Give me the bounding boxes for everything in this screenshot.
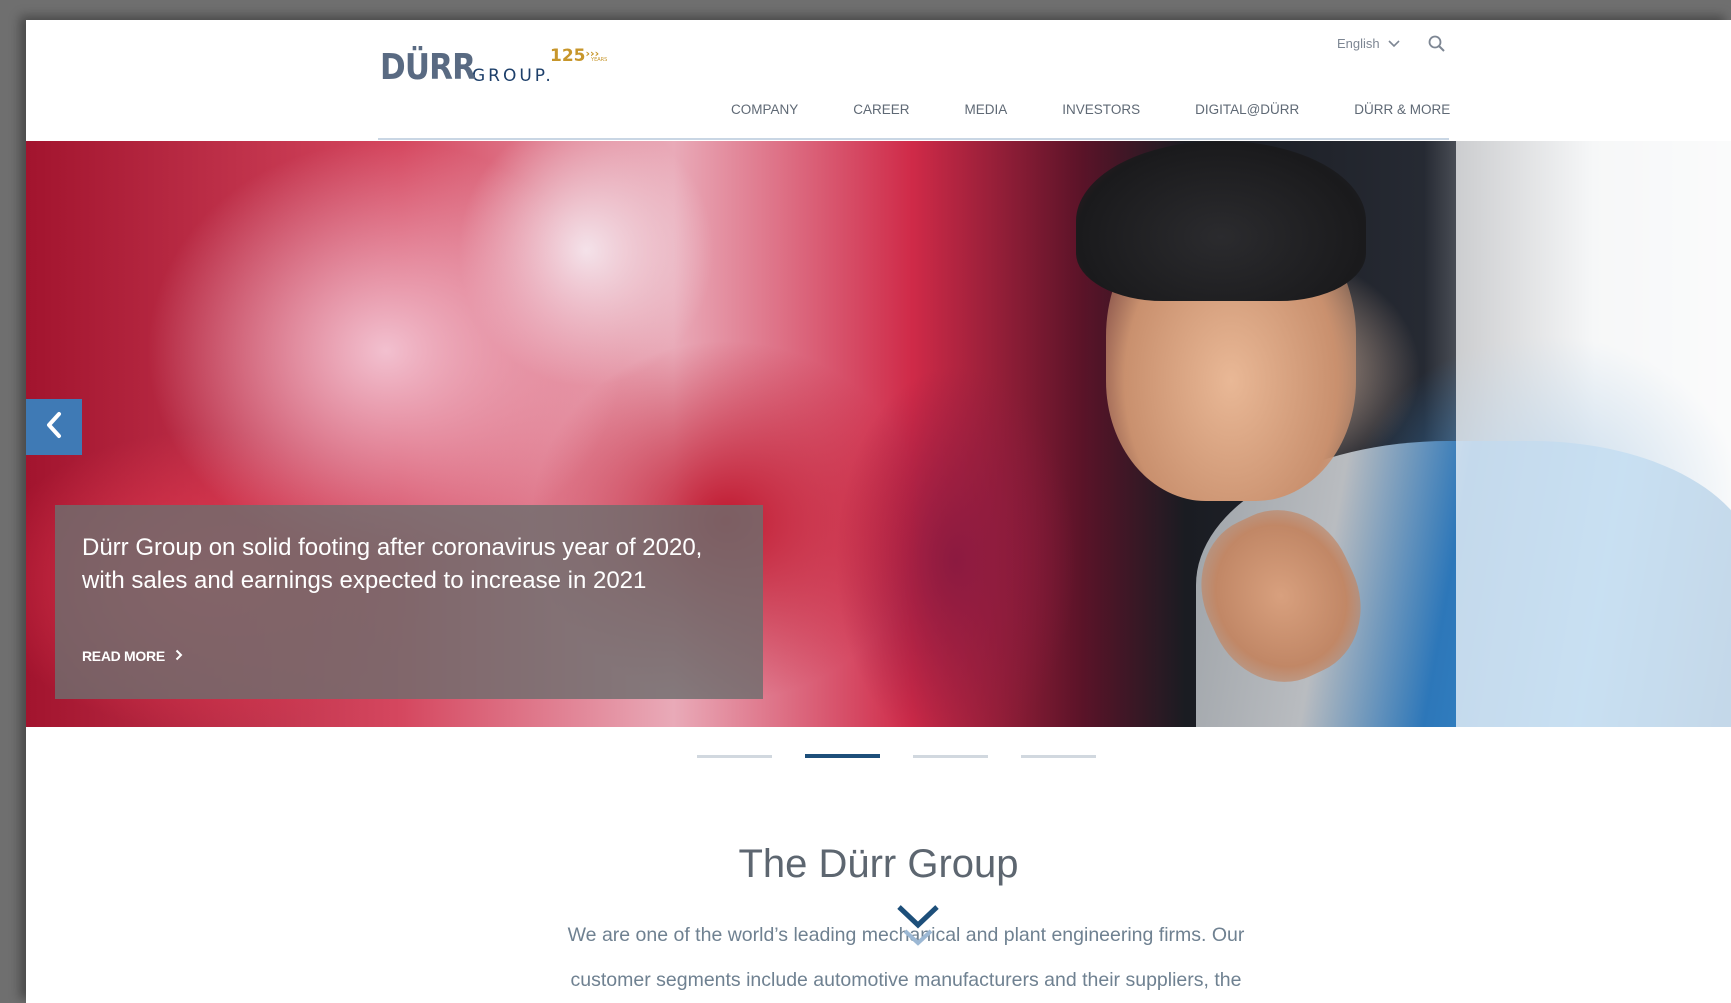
durr-group-logo[interactable]: DÜRR GROUP. 125››› YEARS xyxy=(380,47,607,88)
hero-image-right-fade xyxy=(1456,141,1731,727)
nav-career[interactable]: CAREER xyxy=(853,102,909,117)
nav-divider xyxy=(378,138,1449,140)
hero-slider[interactable]: Dürr Group on solid footing after corona… xyxy=(26,141,1731,727)
chevron-left-icon xyxy=(44,411,64,443)
nav-digital[interactable]: DIGITAL@DÜRR xyxy=(1195,102,1299,117)
nav-durr-and-more[interactable]: DÜRR & MORE xyxy=(1354,102,1450,117)
hero-caption-title: Dürr Group on solid footing after corona… xyxy=(82,534,703,594)
language-label: English xyxy=(1337,36,1380,51)
main-navigation: COMPANY CAREER MEDIA INVESTORS DIGITAL@D… xyxy=(731,102,1450,117)
slider-dot-4[interactable] xyxy=(1021,755,1096,758)
nav-investors[interactable]: INVESTORS xyxy=(1062,102,1140,117)
logo-group-text: GROUP. xyxy=(472,66,554,86)
hero-caption-box: Dürr Group on solid footing after corona… xyxy=(55,505,763,699)
section-title: The Dürr Group xyxy=(738,842,1019,886)
chevron-right-icon xyxy=(175,648,183,664)
slider-dot-2[interactable] xyxy=(805,754,880,758)
hero-image-hair xyxy=(1076,141,1366,301)
read-more-label: READ MORE xyxy=(82,648,165,664)
read-more-link[interactable]: READ MORE xyxy=(82,648,183,664)
slider-dot-3[interactable] xyxy=(913,755,988,758)
slider-prev-button[interactable] xyxy=(26,399,82,455)
anniversary-number: 125 xyxy=(550,46,586,66)
search-button[interactable] xyxy=(1427,34,1447,54)
nav-media[interactable]: MEDIA xyxy=(965,102,1008,117)
slider-dot-1[interactable] xyxy=(697,755,772,758)
scroll-down-button[interactable] xyxy=(896,903,940,959)
chevron-down-icon xyxy=(1388,39,1400,48)
site-header: DÜRR GROUP. 125››› YEARS English COMPANY… xyxy=(26,20,1731,141)
anniversary-badge: 125››› YEARS xyxy=(550,48,621,65)
browser-page: DÜRR GROUP. 125››› YEARS English COMPANY… xyxy=(26,20,1731,1003)
scroll-down-icon xyxy=(896,905,940,959)
anniversary-years-label: YEARS xyxy=(591,57,608,63)
slider-pagination xyxy=(697,754,1096,758)
search-icon xyxy=(1427,34,1447,54)
logo-main-text: DÜRR xyxy=(380,47,476,88)
language-selector[interactable]: English xyxy=(1337,36,1400,51)
nav-company[interactable]: COMPANY xyxy=(731,102,798,117)
